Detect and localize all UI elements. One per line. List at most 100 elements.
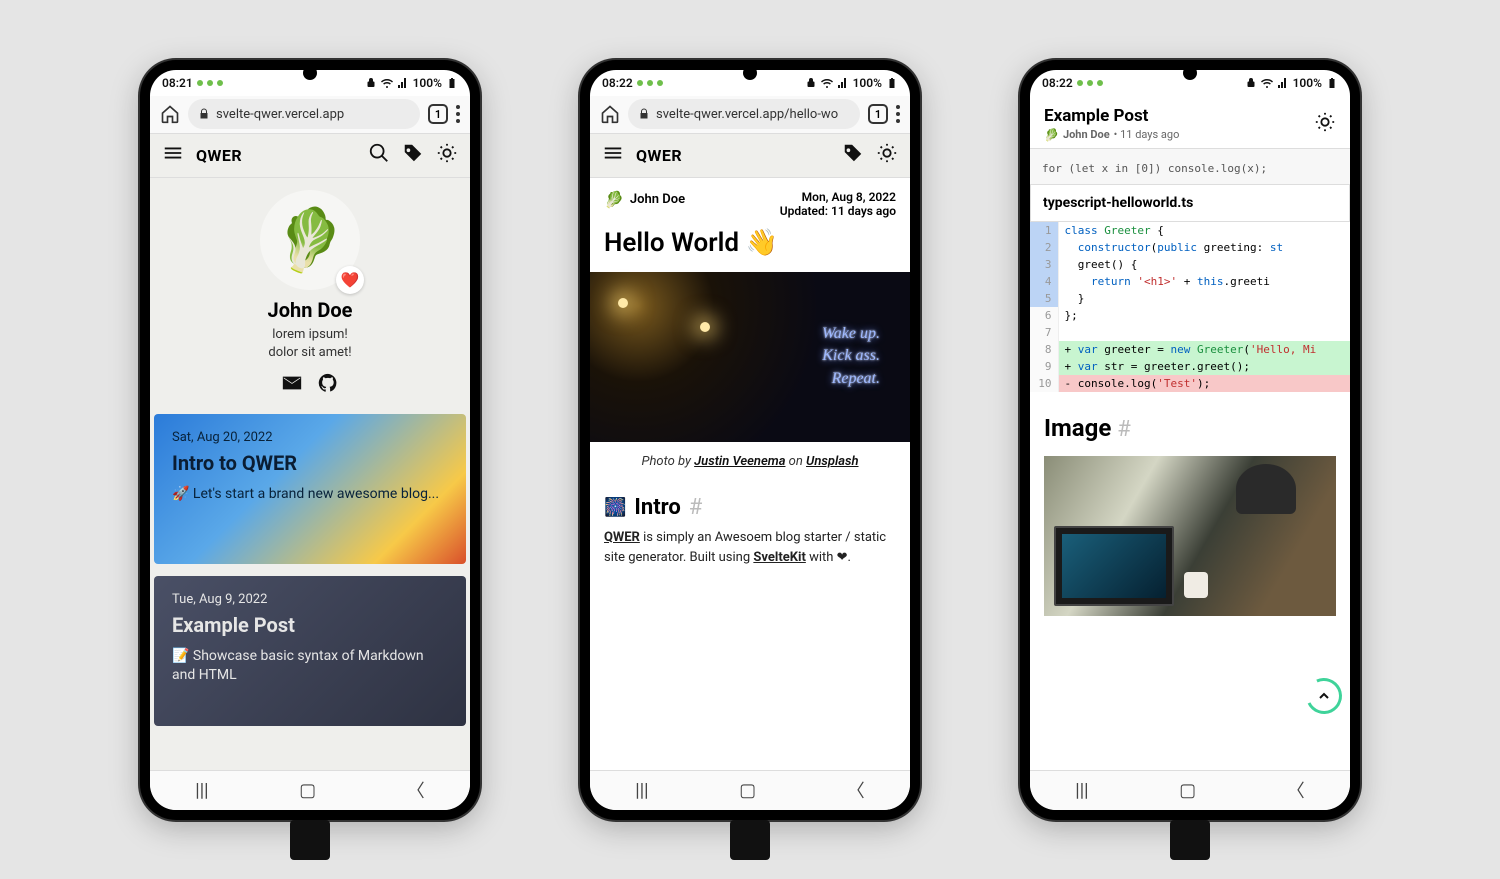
status-time: 08:21 [162,76,193,90]
avatar[interactable]: 🥬 ❤️ [260,190,360,290]
line-number: 7 [1030,324,1058,341]
laptop-icon [1054,526,1174,606]
post-title: Example Post [172,613,448,637]
post-summary: 🚀 Let's start a brand new awesome blog..… [172,485,448,505]
recents-button[interactable]: ||| [635,780,648,801]
tag-icon[interactable] [402,142,424,168]
battery-icon [886,77,898,89]
browser-menu-icon[interactable] [896,105,900,123]
battery-icon [1326,77,1338,89]
theme-icon[interactable] [876,142,898,168]
code-block: 1class Greeter {2 constructor(public gre… [1030,222,1350,392]
code-line: greet() { [1058,256,1350,273]
browser-menu-icon[interactable] [456,105,460,123]
anchor-icon[interactable]: # [1117,417,1131,442]
sparkle-icon: 🎆 [604,497,626,518]
android-navbar: ||| ▢ 〈 [150,770,470,810]
theme-icon[interactable] [436,142,458,168]
home-icon[interactable] [160,104,180,124]
leek-icon: 🥬 [268,199,352,281]
post-card-2[interactable]: Tue, Aug 9, 2022 Example Post 📝 Showcase… [154,576,466,726]
post-date: Sat, Aug 20, 2022 [172,430,448,445]
code-line: }; [1058,307,1350,324]
battery-text: 100% [853,76,882,90]
tabs-button[interactable]: 1 [428,104,448,124]
url-text: svelte-qwer.vercel.app/hello-wo [656,107,838,122]
code-filename: typescript-helloworld.ts [1030,185,1350,222]
url-field[interactable]: svelte-qwer.vercel.app [188,99,420,129]
heart-badge: ❤️ [336,266,364,294]
app-title[interactable]: QWER [636,146,682,165]
github-icon[interactable] [317,372,339,394]
hero-image: Wake up. Kick ass. Repeat. [590,272,910,442]
mug-icon [1184,572,1208,598]
wifi-icon [821,77,833,89]
post-byline: 🥬 John Doe • 11 days ago [1044,128,1179,142]
browser-address-bar: svelte-qwer.vercel.app 1 [150,96,470,134]
status-time: 08:22 [1042,76,1073,90]
android-navbar: ||| ▢ 〈 [590,770,910,810]
anchor-icon[interactable]: # [689,495,703,520]
scroll-to-top-button[interactable] [1301,672,1347,718]
bulb-icon [618,298,628,308]
post-card-1[interactable]: Sat, Aug 20, 2022 Intro to QWER 🚀 Let's … [154,414,466,564]
app-title[interactable]: QWER [196,146,242,165]
neon-text: Wake up. Kick ass. Repeat. [822,323,880,390]
post-content: for (let x in [0]) console.log(x); types… [1030,148,1350,770]
theme-icon[interactable] [1314,111,1336,137]
app-header: QWER [150,134,470,178]
camera-hole [743,66,757,80]
home-icon[interactable] [600,104,620,124]
code-line: } [1058,290,1350,307]
content-image[interactable] [1044,456,1336,616]
sticky-header: Example Post 🥬 John Doe • 11 days ago [1030,96,1350,148]
android-icon [1077,80,1083,86]
image-caption: Photo by Justin Veenema on Unsplash [590,442,910,481]
wifi-icon [1261,77,1273,89]
back-button[interactable]: 〈 [1287,777,1305,803]
unsplash-link[interactable]: Unsplash [806,454,858,469]
url-field[interactable]: svelte-qwer.vercel.app/hello-wo [628,99,860,129]
search-icon[interactable] [368,142,390,168]
sveltekit-link[interactable]: SvelteKit [753,550,806,565]
photographer-link[interactable]: Justin Veenema [694,454,785,469]
page-content: 🥬 ❤️ John Doe lorem ipsum! dolor sit ame… [150,178,470,770]
recents-button[interactable]: ||| [195,780,208,801]
android-icon [197,80,203,86]
post-summary: 📝 Showcase basic syntax of Markdown and … [172,647,448,686]
post-date: Tue, Aug 9, 2022 [172,592,448,607]
home-button[interactable]: ▢ [299,780,316,801]
status-time: 08:22 [602,76,633,90]
home-button[interactable]: ▢ [1179,780,1196,801]
post-dates: Mon, Aug 8, 2022 Updated: 11 days ago [780,190,896,218]
android-icon [657,80,663,86]
post-content: 🥬 John Doe Mon, Aug 8, 2022 Updated: 11 … [590,178,910,770]
menu-icon[interactable] [162,142,184,168]
qwer-link[interactable]: QWER [604,530,640,545]
tag-icon[interactable] [842,142,864,168]
battery-icon [446,77,458,89]
code-line [1058,324,1350,341]
signal-icon [837,77,849,89]
home-button[interactable]: ▢ [739,780,756,801]
camera-hole [303,66,317,80]
vpn-icon [365,77,377,89]
app-header: QWER [590,134,910,178]
mail-icon[interactable] [281,372,303,394]
lamp-icon [1236,464,1296,514]
android-icon [1097,80,1103,86]
line-number: 10 [1030,375,1058,392]
back-button[interactable]: 〈 [407,777,425,803]
android-icon [1087,80,1093,86]
back-button[interactable]: 〈 [847,777,865,803]
line-number: 6 [1030,307,1058,324]
profile-name: John Doe [268,298,353,322]
code-line: + var greeter = new Greeter('Hello, Mi [1058,341,1350,358]
line-number: 3 [1030,256,1058,273]
recents-button[interactable]: ||| [1075,780,1088,801]
tabs-button[interactable]: 1 [868,104,888,124]
url-text: svelte-qwer.vercel.app [216,107,344,122]
profile-bio: lorem ipsum! dolor sit amet! [268,326,351,362]
menu-icon[interactable] [602,142,624,168]
post-author[interactable]: 🥬 John Doe [604,190,685,209]
